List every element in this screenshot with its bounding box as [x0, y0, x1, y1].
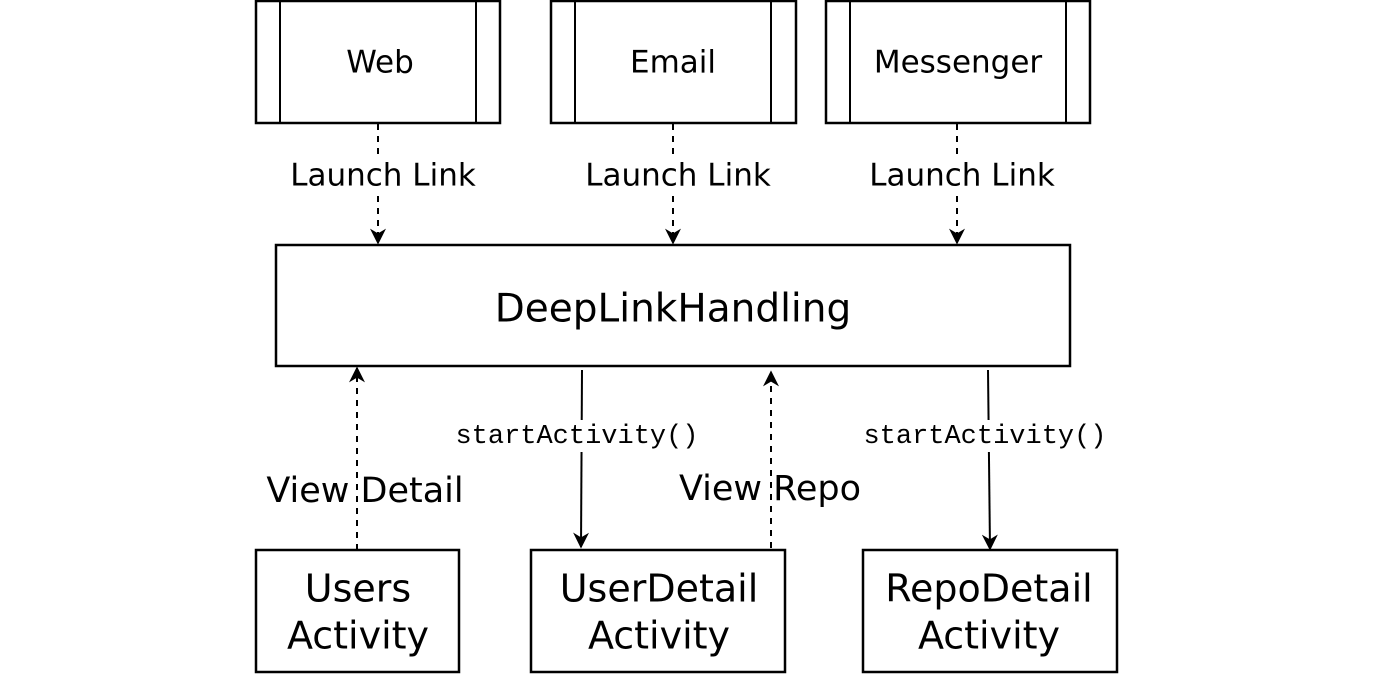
launch-link-label: Launch Link	[585, 158, 771, 194]
launch-arrow-messenger: Launch Link	[855, 124, 1069, 245]
start-activity-label: startActivity()	[455, 422, 698, 452]
deep-link-diagram: Web Email Messenger Launch Link Launch L…	[254, 0, 1140, 674]
user-detail-activity-box: UserDetail Activity	[529, 548, 787, 674]
activity-label-line2: Activity	[287, 614, 429, 658]
activity-label-line1: Users	[305, 567, 411, 611]
source-web: Web	[254, 0, 502, 125]
view-repo-label: View Repo	[679, 469, 861, 509]
start-activity-arrow-2: startActivity()	[830, 369, 1140, 551]
view-detail-label: View Detail	[266, 471, 463, 511]
source-messenger: Messenger	[824, 0, 1092, 125]
source-label: Web	[346, 45, 414, 81]
view-detail-arrow: View Detail	[266, 366, 464, 550]
activity-label-line2: Activity	[918, 614, 1060, 658]
handler-label: DeepLinkHandling	[495, 287, 851, 332]
view-repo-arrow: View Repo	[679, 370, 861, 548]
launch-link-label: Launch Link	[290, 158, 476, 194]
source-email: Email	[549, 0, 798, 125]
activity-label-line1: RepoDetail	[885, 567, 1092, 611]
deep-link-handling-box: DeepLinkHandling	[274, 243, 1072, 368]
launch-arrow-email: Launch Link	[571, 124, 785, 245]
source-label: Email	[630, 45, 716, 81]
activity-label-line1: UserDetail	[560, 567, 759, 611]
repo-detail-activity-box: RepoDetail Activity	[861, 548, 1119, 674]
start-activity-arrow-1: startActivity()	[424, 369, 734, 549]
source-label: Messenger	[874, 45, 1043, 81]
activity-label-line2: Activity	[588, 614, 730, 658]
launch-arrow-web: Launch Link	[276, 124, 490, 245]
launch-link-label: Launch Link	[869, 158, 1055, 194]
start-activity-label: startActivity()	[863, 422, 1106, 452]
users-activity-box: Users Activity	[254, 548, 461, 674]
